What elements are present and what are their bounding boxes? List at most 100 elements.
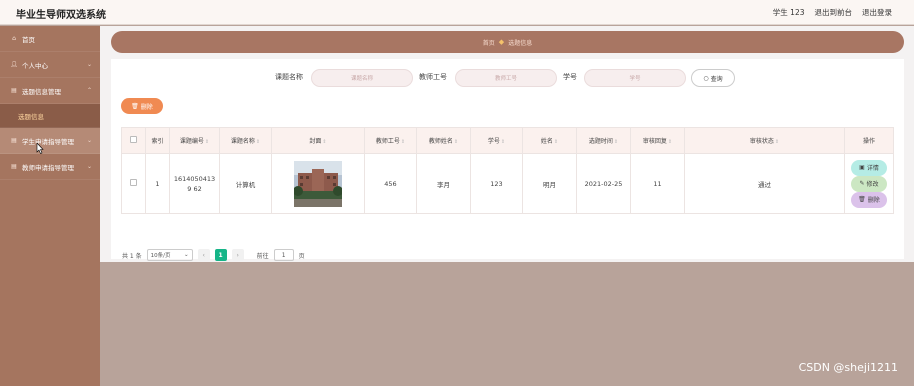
- edit-button[interactable]: ✎ 修改: [851, 175, 887, 192]
- sort-icon: ⇕: [322, 139, 327, 145]
- header-actions: 操作: [844, 127, 894, 154]
- cover-image[interactable]: [294, 160, 342, 207]
- search-button-label: 查询: [710, 75, 723, 83]
- teacher-no-input[interactable]: 教师工号: [455, 69, 557, 87]
- cell-index: 1: [145, 153, 170, 214]
- top-links: 学生 123 退出到前台 退出登录: [773, 7, 892, 18]
- search-button[interactable]: ○ 查询: [691, 69, 735, 87]
- breadcrumb-current: 选题信息: [508, 39, 533, 47]
- cell-teacher-no: 456: [364, 153, 417, 214]
- trash-icon: 🗑︎: [131, 102, 139, 110]
- content-background: [100, 262, 914, 386]
- chevron-down-icon: ⌄: [184, 252, 189, 258]
- row-checkbox[interactable]: [121, 153, 146, 214]
- prev-page-button[interactable]: ‹: [197, 249, 210, 261]
- cell-student-name: 明月: [522, 153, 577, 214]
- header-cover[interactable]: 封面⇕: [271, 127, 365, 154]
- table-header-row: 索引 课题编号⇕ 课题名称⇕ 封面⇕ 教师工号⇕ 教师姓名⇕ 学号⇕ 姓名⇕ 选…: [121, 127, 894, 154]
- page-number-button[interactable]: 1: [214, 249, 227, 261]
- app-title: 毕业生导师双选系统: [16, 10, 106, 21]
- header-index: 索引: [145, 127, 170, 154]
- cell-time: 2021-02-25: [576, 153, 631, 214]
- top-bar: 毕业生导师双选系统 学生 123 退出到前台 退出登录: [0, 0, 914, 25]
- chevron-down-icon: ⌄: [86, 137, 92, 144]
- breadcrumb: 首页 ◆ 选题信息: [111, 31, 904, 53]
- main-content: 首页 ◆ 选题信息 课题名称 课题名称 教师工号 教师工号 学号 学号 ○ 查询…: [100, 26, 914, 386]
- topic-name-input[interactable]: 课题名称: [311, 69, 413, 87]
- topic-name-label: 课题名称: [275, 73, 303, 81]
- logout-link[interactable]: 退出登录: [862, 7, 892, 18]
- cell-status: 通过: [684, 153, 845, 214]
- chevron-down-icon: ⌄: [86, 61, 92, 68]
- delete-button[interactable]: 🗑︎ 删除: [851, 191, 887, 208]
- sort-icon: ⇕: [500, 139, 506, 145]
- sort-icon: ⇕: [204, 139, 210, 145]
- header-topic-no[interactable]: 课题编号⇕: [169, 127, 220, 154]
- cell-topic-name: 计算机: [219, 153, 272, 214]
- sidebar-item-topic-manage[interactable]: ▤ 选题信息管理 ⌃: [0, 78, 100, 104]
- next-page-button[interactable]: ›: [231, 249, 244, 261]
- cell-topic-no: 16140504139 62: [169, 153, 220, 214]
- topic-table: 索引 课题编号⇕ 课题名称⇕ 封面⇕ 教师工号⇕ 教师姓名⇕ 学号⇕ 姓名⇕ 选…: [121, 127, 894, 214]
- cell-actions: ▣ 详情 ✎ 修改 🗑︎ 删除: [844, 153, 894, 214]
- home-icon: ⌂: [12, 35, 16, 42]
- student-no-input[interactable]: 学号: [584, 69, 686, 87]
- goto-page-input[interactable]: 1: [273, 249, 294, 261]
- sort-icon: ⇕: [400, 139, 406, 145]
- sidebar-item-label: 首页: [22, 35, 35, 44]
- header-time[interactable]: 选题时间⇕: [576, 127, 631, 154]
- document-icon: ▤: [11, 87, 17, 94]
- page-unit: 页: [298, 252, 305, 260]
- sidebar-item-home[interactable]: ⌂ 首页: [0, 26, 100, 52]
- header-teacher-name[interactable]: 教师姓名⇕: [416, 127, 471, 154]
- sidebar-item-label: 教师申请指导管理: [22, 163, 74, 172]
- teacher-no-label: 教师工号: [419, 73, 447, 81]
- sidebar-item-profile[interactable]: 👤︎ 个人中心 ⌄: [0, 52, 100, 78]
- sidebar-subitem-topic-info[interactable]: 选题信息: [0, 104, 100, 128]
- chevron-down-icon: ⌄: [86, 163, 92, 170]
- header-topic-name[interactable]: 课题名称⇕: [219, 127, 272, 154]
- sort-icon: ⇕: [774, 139, 780, 145]
- header-reply[interactable]: 审核回复⇕: [630, 127, 685, 154]
- sort-icon: ⇕: [255, 139, 261, 145]
- search-form: 课题名称 课题名称 教师工号 教师工号 学号 学号 ○ 查询: [111, 67, 904, 87]
- table-row: 1 16140504139 62 计算机 456 李月 123 明月 2021-…: [121, 153, 894, 214]
- cell-cover: [271, 153, 365, 214]
- page-size-select[interactable]: 10条/页 ⌄: [146, 249, 193, 261]
- header-status[interactable]: 审核状态⇕: [684, 127, 845, 154]
- detail-button[interactable]: ▣ 详情: [851, 159, 887, 176]
- header-teacher-no[interactable]: 教师工号⇕: [364, 127, 417, 154]
- detail-icon: ▣: [859, 164, 865, 171]
- chevron-up-icon: ⌃: [86, 87, 92, 94]
- trash-icon: 🗑︎: [858, 196, 866, 203]
- current-user: 学生 123: [772, 8, 805, 17]
- batch-delete-button[interactable]: 🗑︎ 删除: [121, 98, 163, 114]
- header-student-name[interactable]: 姓名⇕: [522, 127, 577, 154]
- mouse-cursor-icon: [36, 143, 44, 154]
- sidebar: ⌂ 首页 👤︎ 个人中心 ⌄ ▤ 选题信息管理 ⌃ 选题信息 ▤ 学生申请指导管…: [0, 26, 100, 386]
- cell-reply: 11: [630, 153, 685, 214]
- student-no-label: 学号: [563, 73, 577, 81]
- separator-icon: ◆: [498, 38, 505, 46]
- page-size-value: 10条/页: [150, 253, 171, 259]
- pagination: 共 1 条 10条/页 ⌄ ‹ 1 › 前往 1 页: [122, 248, 305, 262]
- goto-label: 前往: [256, 252, 269, 260]
- document-icon: ▤: [11, 137, 17, 144]
- sidebar-item-student-apply[interactable]: ▤ 学生申请指导管理 ⌄: [0, 128, 100, 154]
- edit-icon: ✎: [859, 180, 865, 187]
- header-student-no[interactable]: 学号⇕: [470, 127, 523, 154]
- back-to-front-link[interactable]: 退出到前台: [815, 7, 853, 18]
- edit-label: 修改: [866, 181, 879, 188]
- delete-label: 删除: [867, 197, 880, 204]
- cell-student-no: 123: [470, 153, 523, 214]
- breadcrumb-home[interactable]: 首页: [483, 38, 495, 47]
- document-icon: ▤: [11, 163, 17, 170]
- search-icon: ○: [703, 74, 709, 82]
- total-count: 共 1 条: [122, 252, 142, 260]
- cell-teacher-name: 李月: [416, 153, 471, 214]
- sidebar-item-teacher-apply[interactable]: ▤ 教师申请指导管理 ⌄: [0, 154, 100, 180]
- user-icon: 👤︎: [10, 61, 18, 68]
- select-all-checkbox[interactable]: [121, 127, 146, 154]
- batch-delete-label: 删除: [140, 103, 153, 111]
- sort-icon: ⇕: [453, 139, 459, 145]
